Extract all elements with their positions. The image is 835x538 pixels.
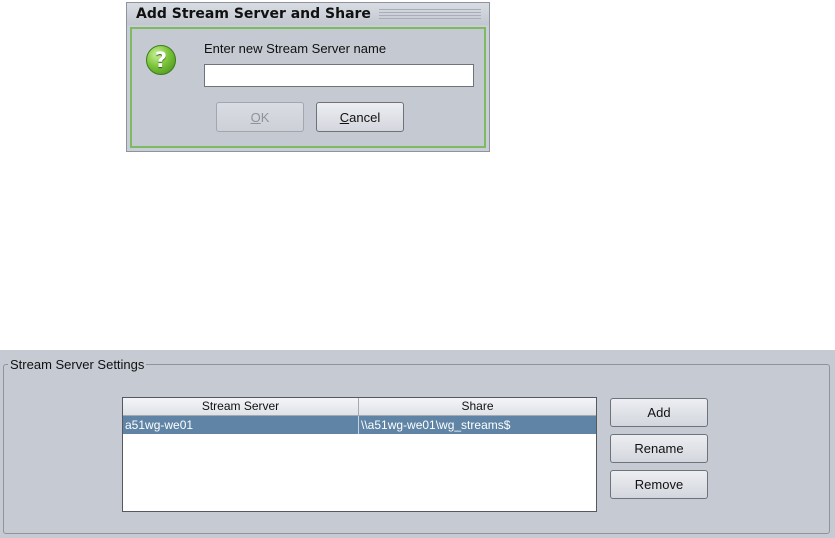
ok-label-rest: K — [260, 109, 270, 125]
stream-server-settings-panel: Stream Server Settings Stream Server Sha… — [0, 350, 835, 538]
table-header: Stream Server Share — [123, 398, 596, 416]
cancel-label-rest: ancel — [349, 109, 381, 125]
add-stream-server-dialog: Add Stream Server and Share ? Enter new … — [126, 2, 490, 152]
remove-button[interactable]: Remove — [610, 470, 708, 499]
question-icon: ? — [146, 45, 176, 75]
dialog-body: ? Enter new Stream Server name OK Cancel — [130, 27, 486, 148]
cancel-mnemonic: C — [339, 109, 350, 125]
prompt-label: Enter new Stream Server name — [204, 41, 387, 56]
cell-stream-server: a51wg-we01 — [123, 416, 359, 434]
cancel-button[interactable]: Cancel — [316, 102, 404, 132]
dialog-title: Add Stream Server and Share — [136, 6, 371, 22]
ok-mnemonic: O — [250, 109, 261, 125]
stream-server-name-input[interactable] — [204, 64, 474, 87]
table-row[interactable]: a51wg-we01 \\a51wg-we01\wg_streams$ — [123, 416, 596, 434]
column-header-share[interactable]: Share — [359, 398, 596, 415]
rename-button[interactable]: Rename — [610, 434, 708, 463]
titlebar-grip — [378, 9, 481, 19]
ok-button[interactable]: OK — [216, 102, 304, 132]
settings-group-legend: Stream Server Settings — [8, 357, 147, 372]
add-button[interactable]: Add — [610, 398, 708, 427]
dialog-titlebar[interactable]: Add Stream Server and Share — [127, 3, 489, 25]
column-header-stream-server[interactable]: Stream Server — [123, 398, 359, 415]
stream-server-table[interactable]: Stream Server Share a51wg-we01 \\a51wg-w… — [122, 397, 597, 512]
cell-share: \\a51wg-we01\wg_streams$ — [361, 418, 511, 432]
